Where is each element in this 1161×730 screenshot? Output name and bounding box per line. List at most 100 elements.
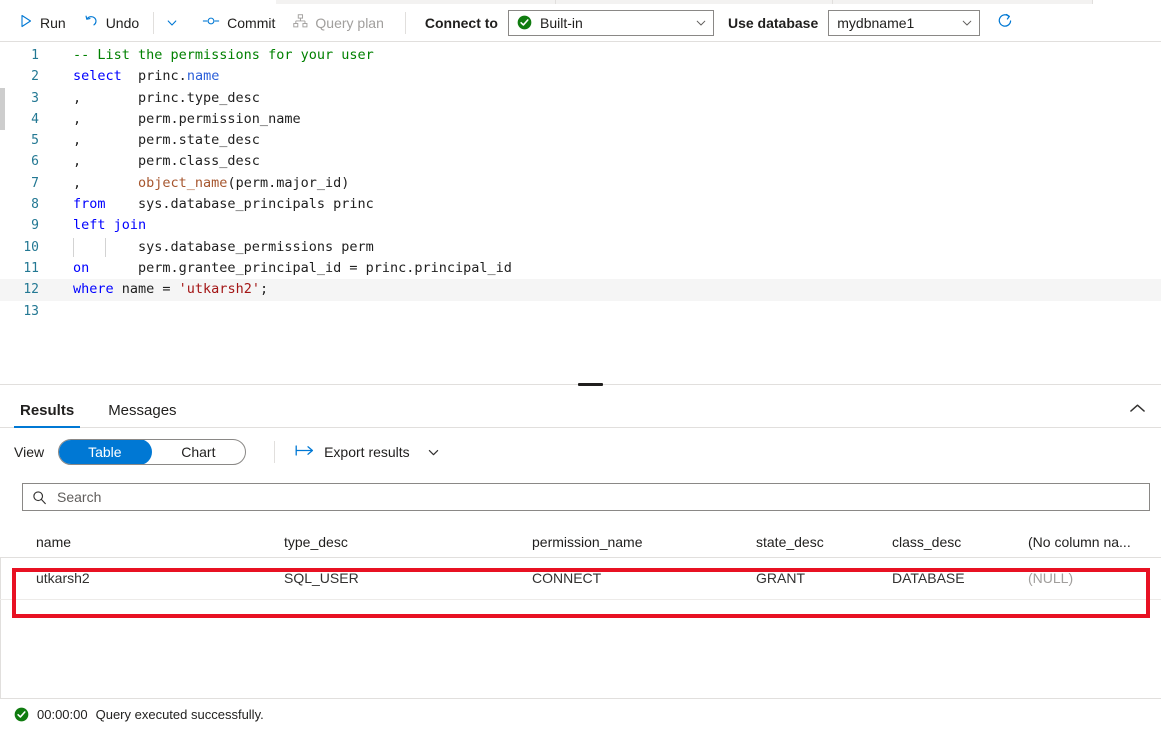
code-line[interactable]: 6 , perm.class_desc xyxy=(0,151,1161,172)
table-cell: SQL_USER xyxy=(284,570,359,586)
commit-icon xyxy=(202,14,220,31)
tab-messages[interactable]: Messages xyxy=(102,402,182,427)
code-line[interactable]: 1 -- List the permissions for your user xyxy=(0,45,1161,66)
editor-toolbar: Run Undo Commit Query plan Connect to Bu… xyxy=(0,4,1161,42)
code-token: -- List the permissions for your user xyxy=(73,47,374,63)
collapse-results-button[interactable] xyxy=(1123,397,1151,423)
code-line[interactable]: 3 , princ.type_desc xyxy=(0,88,1161,109)
tab-results[interactable]: Results xyxy=(14,402,81,428)
code-token: sys.database_permissions perm xyxy=(73,238,374,255)
undo-more-chevron-icon[interactable] xyxy=(159,8,185,38)
tab-messages-label: Messages xyxy=(108,402,177,419)
code-token: 'utkarsh2' xyxy=(178,281,260,298)
code-line[interactable]: 7, object_name(perm.major_id) xyxy=(0,173,1161,194)
code-line[interactable]: 11 on perm.grantee_principal_id = princ.p… xyxy=(0,258,1161,279)
code-line[interactable]: 4 , perm.permission_name xyxy=(0,109,1161,130)
code-line[interactable]: 9 left join xyxy=(0,215,1161,236)
chevron-up-icon xyxy=(1129,401,1146,419)
results-grid-header: name type_desc permission_name state_desc cl… xyxy=(0,528,1161,558)
code-token: princ. xyxy=(121,68,187,85)
column-header[interactable]: type_desc xyxy=(284,534,348,550)
run-button[interactable]: Run xyxy=(10,8,75,38)
code-token: ; xyxy=(259,281,269,298)
status-bar: 00:00:00 Query executed successfully. xyxy=(0,698,1161,730)
results-search-box[interactable] xyxy=(22,483,1150,511)
undo-label: Undo xyxy=(105,14,140,31)
pane-splitter[interactable] xyxy=(0,380,1161,390)
code-line[interactable]: 12 where name = 'utkarsh2'; xyxy=(0,279,1161,301)
commit-button[interactable]: Commit xyxy=(193,8,284,38)
status-elapsed-time: 00:00:00 xyxy=(37,707,88,722)
table-cell: DATABASE xyxy=(892,570,965,586)
code-line-text: sys.database_permissions perm xyxy=(47,237,374,258)
code-token: , perm.state_desc xyxy=(73,132,260,149)
results-view-bar: View Table Chart Export results xyxy=(0,432,1161,472)
column-header[interactable]: name xyxy=(36,534,71,550)
connection-dropdown[interactable]: Built-in xyxy=(507,9,714,36)
column-header[interactable]: state_desc xyxy=(756,534,824,550)
status-message: Query executed successfully. xyxy=(95,707,264,722)
query-editor-app: Run Undo Commit Query plan Connect to Bu… xyxy=(0,0,1161,730)
column-header[interactable]: (No column na... xyxy=(1028,534,1131,550)
export-icon xyxy=(295,444,315,460)
code-line[interactable]: 8 from sys.database_principals princ xyxy=(0,194,1161,215)
refresh-icon xyxy=(997,13,1014,33)
line-number: 3 xyxy=(31,90,39,106)
viewbar-divider xyxy=(274,441,276,463)
view-option-table[interactable]: Table xyxy=(59,440,152,464)
code-line[interactable]: 10 sys.database_permissions perm xyxy=(0,237,1161,258)
code-line-text: left join xyxy=(47,215,146,236)
tab-results-label: Results xyxy=(20,402,75,419)
code-token: name xyxy=(186,68,220,85)
code-token: from xyxy=(73,196,106,213)
query-plan-button[interactable]: Query plan xyxy=(284,8,392,38)
view-option-chart[interactable]: Chart xyxy=(152,440,246,464)
code-line[interactable]: 13 xyxy=(0,301,1161,322)
indent-guide xyxy=(105,237,106,257)
code-line[interactable]: 2 select princ.name xyxy=(0,66,1161,87)
export-results-button[interactable]: Export results xyxy=(295,438,440,466)
toolbar-divider xyxy=(153,11,155,34)
search-input[interactable] xyxy=(55,484,1149,510)
code-token: select xyxy=(73,68,122,85)
database-dropdown[interactable]: mydbname1 xyxy=(828,9,981,36)
code-line-text xyxy=(47,301,73,322)
connection-value: Built-in xyxy=(539,14,583,31)
query-plan-label: Query plan xyxy=(315,14,384,31)
column-header[interactable]: permission_name xyxy=(532,534,643,550)
code-line[interactable]: 5 , perm.state_desc xyxy=(0,130,1161,151)
table-row[interactable]: utkarsh2 SQL_USER CONNECT GRANT DATABASE (NUL… xyxy=(0,558,1161,600)
code-line-text: on perm.grantee_principal_id = princ.pri… xyxy=(47,258,512,279)
code-token: perm.grantee_principal_id = princ.princi… xyxy=(89,259,512,276)
refresh-button[interactable] xyxy=(990,8,1020,38)
sql-code-editor[interactable]: 1 -- List the permissions for your user 2 s… xyxy=(0,43,1161,380)
code-token: on xyxy=(73,259,90,276)
line-number: 8 xyxy=(31,197,39,213)
search-icon xyxy=(32,490,47,505)
view-toggle-group: Table Chart xyxy=(58,439,247,465)
code-token: object_name xyxy=(138,174,228,191)
view-option-chart-label: Chart xyxy=(181,444,216,460)
line-number: 5 xyxy=(31,133,39,149)
results-grid-body: utkarsh2 SQL_USER CONNECT GRANT DATABASE (NUL… xyxy=(0,558,1161,600)
code-line-text: select princ.name xyxy=(47,66,219,87)
column-header[interactable]: class_desc xyxy=(892,534,961,550)
splitter-grip-handle[interactable] xyxy=(578,383,603,386)
line-number: 12 xyxy=(23,282,39,298)
line-number: 11 xyxy=(23,260,39,276)
line-number: 2 xyxy=(31,69,39,85)
toolbar-divider xyxy=(404,11,406,34)
code-line-text: , perm.class_desc xyxy=(47,151,260,172)
connection-status-icon xyxy=(517,15,532,30)
view-option-table-label: Table xyxy=(88,444,122,460)
code-token: left join xyxy=(73,217,147,234)
code-token: , xyxy=(73,174,139,191)
code-token: , perm.class_desc xyxy=(73,153,260,170)
table-cell: CONNECT xyxy=(532,570,602,586)
line-number: 7 xyxy=(31,175,39,191)
undo-button[interactable]: Undo xyxy=(75,8,148,38)
run-label: Run xyxy=(40,14,66,31)
connection-chevron-down-icon xyxy=(695,17,707,29)
results-grid: name type_desc permission_name state_desc cl… xyxy=(0,528,1161,698)
undo-icon xyxy=(84,14,99,32)
